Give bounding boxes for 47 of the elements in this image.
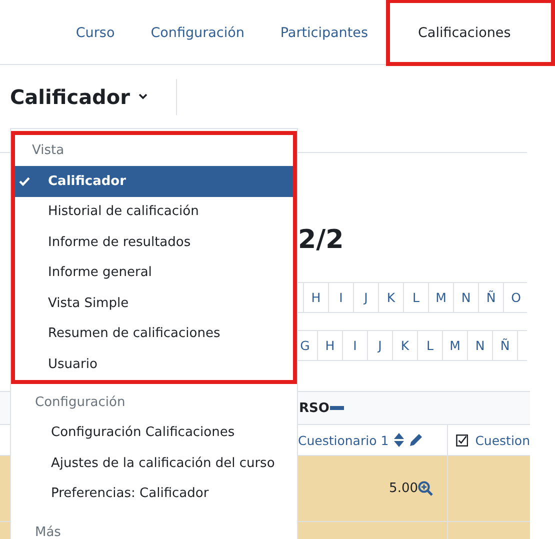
letter-filter[interactable]: I — [328, 283, 353, 312]
nav-tab[interactable]: Curso — [58, 0, 133, 66]
menu-item[interactable]: Informe general — [15, 258, 293, 288]
menu-item[interactable]: Informe de resultados — [15, 227, 293, 258]
letter-filter[interactable]: K — [392, 331, 417, 360]
check-icon — [19, 177, 30, 186]
letter-filter[interactable]: Ñ — [478, 283, 503, 312]
nav-tab[interactable]: Calificaciones — [386, 0, 555, 66]
report-selector[interactable]: Calificador — [10, 84, 148, 108]
menu-heading: Configuración — [34, 394, 126, 412]
page-heading: 2/2 — [298, 225, 345, 257]
nav-tab[interactable]: Configuración — [132, 0, 262, 66]
nav-tab[interactable]: Participantes — [262, 0, 386, 66]
menu-item[interactable]: Historial de calificación — [15, 196, 293, 227]
grade-value: 5.00 — [389, 481, 418, 496]
letter-filter[interactable]: N — [453, 283, 478, 312]
menu-item[interactable]: Ajustes de la calificación del curso — [15, 448, 293, 478]
collapse-icon[interactable] — [330, 406, 344, 410]
zoom-in-icon[interactable] — [418, 481, 433, 496]
column-link[interactable]: Cuestionario 1 — [298, 432, 389, 448]
menu-item[interactable]: Preferencias: Calificador — [15, 478, 293, 509]
pencil-icon[interactable] — [408, 433, 423, 447]
letter-filter[interactable]: K — [378, 283, 403, 312]
letter-filter[interactable]: M — [428, 283, 453, 312]
menu-item[interactable]: Usuario — [15, 349, 293, 380]
menu-item[interactable]: Configuración Calificaciones — [15, 418, 293, 448]
letter-filter[interactable]: N — [467, 331, 492, 360]
menu-item[interactable]: Resumen de calificaciones — [15, 318, 293, 349]
letter-filter[interactable]: Ñ — [492, 331, 517, 360]
sort-icon[interactable] — [394, 433, 404, 447]
checkbox-icon — [456, 434, 468, 446]
caret-icon — [138, 93, 148, 100]
letter-filter[interactable]: L — [417, 331, 442, 360]
menu-item[interactable]: Calificador — [15, 166, 293, 196]
letter-filter[interactable]: J — [367, 331, 392, 360]
category-name: RSO — [299, 400, 330, 416]
column-link[interactable]: Cuestion — [475, 432, 530, 448]
letter-filter[interactable]: O — [503, 283, 527, 312]
letter-filter[interactable]: M — [442, 331, 467, 360]
menu-heading: Más — [34, 524, 62, 539]
letter-filter[interactable]: H — [303, 283, 328, 312]
letter-filter[interactable]: H — [317, 331, 342, 360]
menu-heading: Vista — [31, 142, 66, 160]
letter-filter[interactable]: I — [342, 331, 367, 360]
menu-item[interactable]: Vista Simple — [15, 288, 293, 318]
letter-filter[interactable]: J — [353, 283, 378, 312]
letter-filter[interactable]: L — [403, 283, 428, 312]
